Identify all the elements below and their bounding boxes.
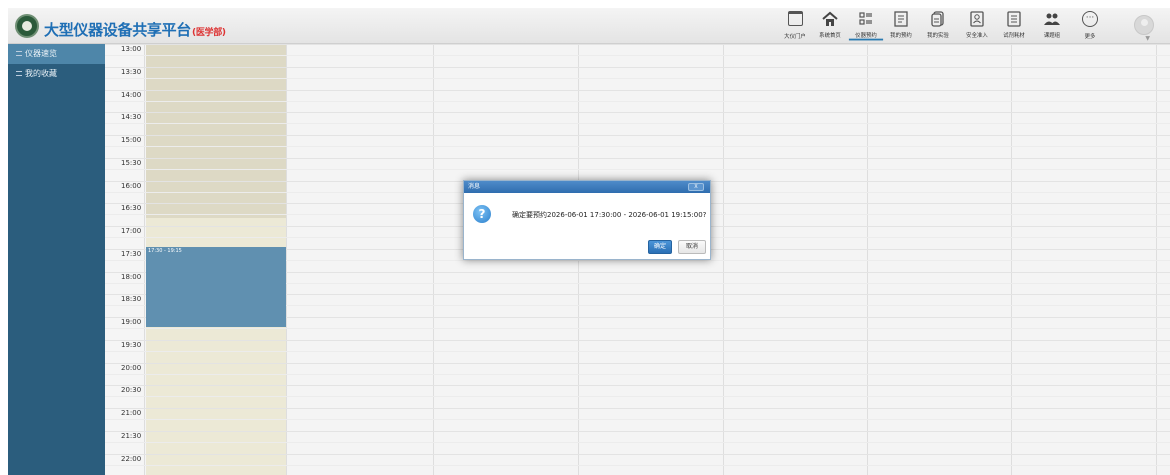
- time-label: 14:00: [121, 91, 142, 99]
- home-icon: [821, 10, 839, 28]
- dialog-title-bar: 消息 X: [464, 181, 710, 193]
- time-label: 16:30: [121, 204, 142, 212]
- more-icon: ···: [1081, 11, 1099, 29]
- time-label: 17:30: [121, 250, 142, 258]
- half-row: [105, 78, 1170, 79]
- nav-home-label: 系统首页: [819, 32, 841, 39]
- question-icon: ?: [473, 205, 491, 223]
- app-subtitle: (医学部): [192, 28, 226, 38]
- nav-portal[interactable]: 大仪门户: [776, 10, 814, 42]
- time-row: [105, 363, 1170, 364]
- time-label: 19:30: [121, 341, 142, 349]
- time-label: 21:00: [121, 409, 142, 417]
- half-row: [105, 396, 1170, 397]
- confirm-button[interactable]: 确定: [648, 240, 672, 254]
- time-row: [105, 112, 1170, 113]
- time-label: 20:00: [121, 364, 142, 372]
- nav-reagents-label: 试剂耗材: [1003, 32, 1025, 39]
- list-icon: [857, 10, 875, 28]
- time-row: [105, 340, 1170, 341]
- nav-my-experiments[interactable]: 我的实验: [919, 10, 957, 42]
- dialog-title: 消息: [468, 183, 481, 190]
- confirm-dialog: 消息 X ? 确定要预约2026-06-01 17:30:00 - 2026-0…: [463, 180, 711, 260]
- dialog-message: 确定要预约2026-06-01 17:30:00 - 2026-06-01 19…: [512, 211, 707, 219]
- nav-safety-access-label: 安全准入: [966, 32, 988, 39]
- notes-icon: [1005, 10, 1023, 28]
- nav-instrument-booking-label: 仪器预约: [848, 31, 884, 41]
- nav-my-bookings-label: 我的预约: [890, 32, 912, 39]
- time-label: 16:00: [121, 182, 142, 190]
- logo-icon: [15, 14, 39, 38]
- time-row: [105, 454, 1170, 455]
- half-row: [105, 374, 1170, 375]
- time-row: [105, 67, 1170, 68]
- app-title-text: 大型仪器设备共享平台: [44, 21, 192, 39]
- sidebar-item-label: 仪器速览: [25, 49, 57, 58]
- time-label: 15:30: [121, 159, 142, 167]
- time-label: 21:30: [121, 432, 142, 440]
- time-label: 14:30: [121, 113, 142, 121]
- nav-my-experiments-label: 我的实验: [927, 32, 949, 39]
- portal-window-icon: [786, 11, 804, 29]
- time-label: 19:00: [121, 318, 142, 326]
- booking-slot-label: 17:30 - 19:15: [148, 248, 182, 254]
- nav-safety-access[interactable]: 安全准入: [958, 10, 996, 42]
- sidebar: 仪器速览 我的收藏: [8, 44, 105, 475]
- sidebar-item-label: 我的收藏: [25, 69, 57, 78]
- cancel-button[interactable]: 取消: [678, 240, 706, 254]
- time-row: [105, 385, 1170, 386]
- half-row: [105, 465, 1170, 466]
- nav-my-bookings[interactable]: 我的预约: [882, 10, 920, 42]
- time-label: 18:30: [121, 295, 142, 303]
- half-row: [105, 351, 1170, 352]
- nav-home[interactable]: 系统首页: [811, 10, 849, 42]
- half-row: [105, 169, 1170, 170]
- half-row: [105, 146, 1170, 147]
- time-row: [105, 158, 1170, 159]
- time-row: [105, 44, 1170, 45]
- nav-more-label: 更多: [1084, 33, 1096, 40]
- time-row: [105, 135, 1170, 136]
- nav-research-group[interactable]: 课题组: [1033, 10, 1071, 42]
- chevron-down-icon[interactable]: ▼: [1145, 35, 1150, 42]
- half-row: [105, 123, 1170, 124]
- half-row: [105, 55, 1170, 56]
- document-edit-icon: [892, 10, 910, 28]
- nav-portal-label: 大仪门户: [784, 33, 806, 40]
- menu-icon: [16, 51, 22, 56]
- app-title: 大型仪器设备共享平台(医学部): [44, 19, 226, 40]
- top-header: 大型仪器设备共享平台(医学部) 大仪门户 系统首页 仪器预约 我的预约 我的实验…: [8, 8, 1170, 44]
- time-row: [105, 408, 1170, 409]
- close-button[interactable]: X: [688, 183, 704, 191]
- time-label: 18:00: [121, 273, 142, 281]
- time-label: 15:00: [121, 136, 142, 144]
- group-icon: [1043, 10, 1061, 28]
- app-window: 大型仪器设备共享平台(医学部) 大仪门户 系统首页 仪器预约 我的预约 我的实验…: [0, 0, 1170, 475]
- nav-more[interactable]: ··· 更多: [1071, 10, 1109, 42]
- time-label: 13:00: [121, 45, 142, 53]
- time-label: 13:30: [121, 68, 142, 76]
- time-row: [105, 90, 1170, 91]
- time-label: 22:00: [121, 455, 142, 463]
- half-row: [105, 442, 1170, 443]
- nav-reagents[interactable]: 试剂耗材: [995, 10, 1033, 42]
- half-row: [105, 328, 1170, 329]
- user-avatar[interactable]: [1134, 15, 1154, 35]
- time-label: 20:30: [121, 386, 142, 394]
- menu-icon: [16, 71, 22, 76]
- time-row: [105, 431, 1170, 432]
- selected-booking-slot[interactable]: 17:30 - 19:15: [146, 247, 286, 327]
- badge-icon: [968, 10, 986, 28]
- time-label: 17:00: [121, 227, 142, 235]
- half-row: [105, 101, 1170, 102]
- sidebar-item-instrument-overview[interactable]: 仪器速览: [8, 44, 105, 64]
- nav-research-group-label: 课题组: [1043, 32, 1061, 39]
- half-row: [105, 419, 1170, 420]
- documents-icon: [929, 10, 947, 28]
- nav-instrument-booking[interactable]: 仪器预约: [847, 10, 885, 42]
- sidebar-item-favorites[interactable]: 我的收藏: [8, 64, 105, 84]
